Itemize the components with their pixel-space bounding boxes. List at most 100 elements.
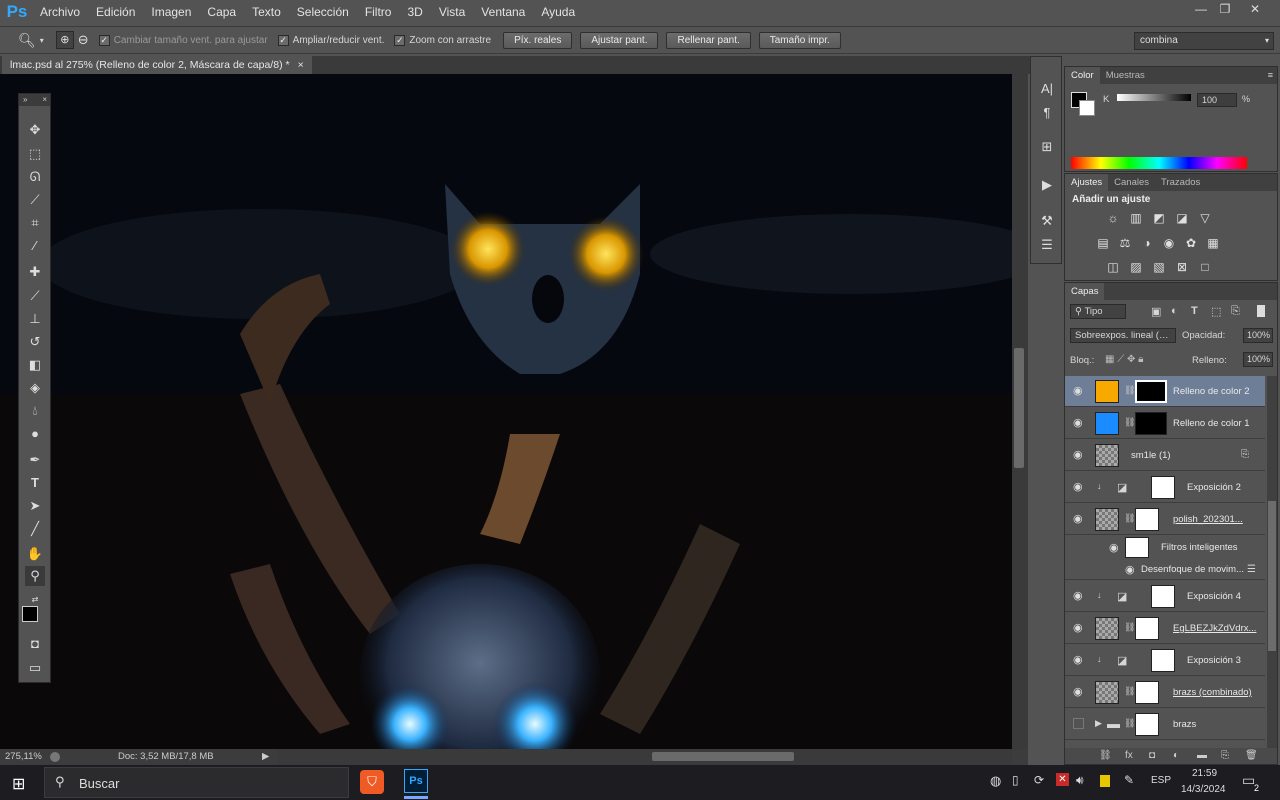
smart-filter-row[interactable]: ◉ Desenfoque de movim... ☰	[1065, 560, 1265, 580]
eye-icon[interactable]: ◉	[1073, 449, 1085, 461]
zoom-all-checkbox[interactable]: ✓ Ampliar/reducir vent.	[277, 34, 384, 46]
taskbar-search[interactable]: ⚲ Buscar	[44, 767, 349, 798]
new-group-icon[interactable]: ▬	[1197, 748, 1207, 764]
collapse-icon[interactable]: »	[23, 95, 27, 104]
vertical-scroll-thumb[interactable]	[1014, 348, 1024, 468]
channel-mixer-icon[interactable]: ✿	[1183, 236, 1199, 250]
layer-row[interactable]: ◉ ↓ ◪ Exposición 3	[1065, 645, 1265, 676]
layer-row[interactable]: ◉ ↓ ◪ Exposición 2	[1065, 472, 1265, 503]
tab-capas[interactable]: Capas	[1065, 283, 1105, 300]
eye-icon[interactable]: ◉	[1073, 481, 1085, 493]
tools-panel-header[interactable]: » ×	[19, 94, 50, 106]
exposure-icon[interactable]: ◪	[1174, 211, 1190, 225]
horizontal-scroll-thumb[interactable]	[652, 752, 794, 761]
paragraph-panel-icon[interactable]: ¶	[1037, 103, 1057, 123]
eye-icon[interactable]: ◉	[1073, 654, 1085, 666]
tool-preset-dropdown-icon[interactable]: ▾	[40, 36, 44, 45]
resize-windows-checkbox[interactable]: ✓ Cambiar tamaño vent. para ajustar	[98, 34, 268, 46]
foreground-color-swatch[interactable]	[22, 606, 38, 622]
close-tab-icon[interactable]: ×	[298, 59, 304, 71]
fill-screen-button[interactable]: Rellenar pant.	[666, 31, 751, 49]
k-value-field[interactable]: 100	[1197, 93, 1237, 107]
tool-presets-icon[interactable]: ⚒	[1037, 211, 1057, 231]
layer-row[interactable]: ◉ ↓ ◪ Exposición 4	[1065, 581, 1265, 612]
antivirus-icon[interactable]: ✕	[1056, 773, 1069, 786]
quick-selection-tool-icon[interactable]: ⟋	[25, 190, 45, 210]
blend-mode-select[interactable]: Sobreexpos. lineal (…	[1070, 328, 1176, 343]
filter-toggle-icon[interactable]	[1257, 305, 1265, 317]
eraser-tool-icon[interactable]: ◧	[25, 355, 45, 375]
fit-screen-button[interactable]: Ajustar pant.	[580, 31, 659, 49]
lasso-tool-icon[interactable]: ᘏ	[25, 167, 45, 187]
menu-texto[interactable]: Texto	[244, 0, 289, 24]
layer-row[interactable]: ◉ ⛓ EgLBEZJkZdVdrx...	[1065, 613, 1265, 644]
path-selection-tool-icon[interactable]: ➤	[25, 496, 45, 516]
brush-tool-icon[interactable]: ⟋	[25, 286, 45, 306]
healing-brush-tool-icon[interactable]: ✚	[25, 262, 45, 282]
new-layer-icon[interactable]: ⎘	[1221, 748, 1229, 764]
quick-mask-icon[interactable]: ◘	[25, 634, 45, 654]
hand-tool-icon[interactable]: ✋	[25, 544, 45, 564]
volume-icon[interactable]: 🔊︎	[1076, 773, 1084, 788]
photo-filter-icon[interactable]: ◉	[1161, 236, 1177, 250]
layer-row[interactable]: ◉ sm1le (1) ⎘	[1065, 440, 1265, 471]
scrubby-zoom-checkbox[interactable]: ✓ Zoom con arrastre	[394, 34, 491, 46]
posterize-icon[interactable]: ▨	[1128, 260, 1144, 274]
panel-menu-icon[interactable]: ≡	[1268, 67, 1273, 84]
brightness-icon[interactable]: ☼	[1105, 211, 1121, 225]
actual-pixels-button[interactable]: Píx. reales	[503, 31, 573, 49]
horizontal-scrollbar[interactable]	[278, 749, 1012, 765]
menu-seleccion[interactable]: Selección	[289, 0, 357, 24]
menu-3d[interactable]: 3D	[399, 0, 430, 24]
pen-icon[interactable]: ✎	[1124, 773, 1134, 787]
invert-icon[interactable]: ◫	[1105, 260, 1121, 274]
restore-button[interactable]: ❐	[1212, 0, 1238, 18]
print-size-button[interactable]: Tamaño impr.	[758, 31, 841, 49]
menu-imagen[interactable]: Imagen	[143, 0, 199, 24]
document-canvas[interactable]	[0, 74, 1012, 749]
eyedropper-tool-icon[interactable]: ⁄	[25, 236, 45, 256]
visibility-off-box[interactable]	[1073, 718, 1084, 729]
properties-panel-icon[interactable]: ☰	[1037, 235, 1057, 255]
3d-panel-icon[interactable]: ⊞	[1037, 137, 1057, 157]
lock-icons[interactable]: ▦ ⟋ ✥ 🔒︎	[1105, 354, 1143, 365]
eye-icon[interactable]: ◉	[1073, 385, 1085, 397]
fx-icon[interactable]: fx	[1125, 748, 1133, 764]
tab-color[interactable]: Color	[1065, 67, 1100, 84]
minimize-button[interactable]: —	[1188, 0, 1214, 18]
windows-start-icon[interactable]: ⊞	[12, 774, 25, 794]
filter-options-icon[interactable]: ☰	[1247, 564, 1256, 575]
close-button[interactable]: ✕	[1242, 0, 1268, 18]
expand-arrow-icon[interactable]: ▶	[1095, 718, 1102, 729]
eye-icon[interactable]: ◉	[1073, 417, 1085, 429]
sync-icon[interactable]: ⟳	[1034, 773, 1044, 787]
photoshop-taskbar-icon[interactable]: Ps	[404, 769, 428, 793]
menu-vista[interactable]: Vista	[431, 0, 473, 24]
layers-scroll-thumb[interactable]	[1268, 501, 1276, 651]
layer-filter-select[interactable]: ⚲ Tipo	[1070, 304, 1126, 319]
menu-ventana[interactable]: Ventana	[473, 0, 533, 24]
k-slider[interactable]	[1117, 94, 1191, 101]
eye-icon[interactable]: ◉	[1073, 590, 1085, 602]
selective-color-icon[interactable]: □	[1197, 260, 1213, 274]
language-indicator[interactable]: ESP	[1151, 775, 1171, 786]
tab-canales[interactable]: Canales	[1108, 174, 1155, 191]
color-lookup-icon[interactable]: ▦	[1205, 236, 1221, 250]
levels-icon[interactable]: ▥	[1128, 211, 1144, 225]
crop-tool-icon[interactable]: ⌗	[25, 213, 45, 233]
status-info-icon[interactable]	[50, 752, 60, 762]
menu-archivo[interactable]: Archivo	[32, 0, 88, 24]
eye-icon[interactable]: ◉	[1073, 622, 1085, 634]
eye-icon[interactable]: ◉	[1109, 542, 1121, 554]
workspace-select[interactable]: combina ▾	[1134, 32, 1274, 50]
dodge-tool-icon[interactable]: ●	[25, 424, 45, 444]
mask-thumbnail[interactable]	[1151, 585, 1175, 608]
mask-thumbnail[interactable]	[1135, 380, 1167, 403]
mask-thumbnail[interactable]	[1135, 508, 1159, 531]
status-menu-arrow-icon[interactable]: ▶	[262, 749, 269, 765]
new-adjustment-icon[interactable]: ◐	[1173, 748, 1179, 764]
menu-ayuda[interactable]: Ayuda	[533, 0, 583, 24]
hue-saturation-icon[interactable]: ▤	[1095, 236, 1111, 250]
document-tab[interactable]: lmac.psd al 275% (Relleno de color 2, Má…	[2, 56, 312, 74]
character-panel-icon[interactable]: A|	[1037, 79, 1057, 99]
